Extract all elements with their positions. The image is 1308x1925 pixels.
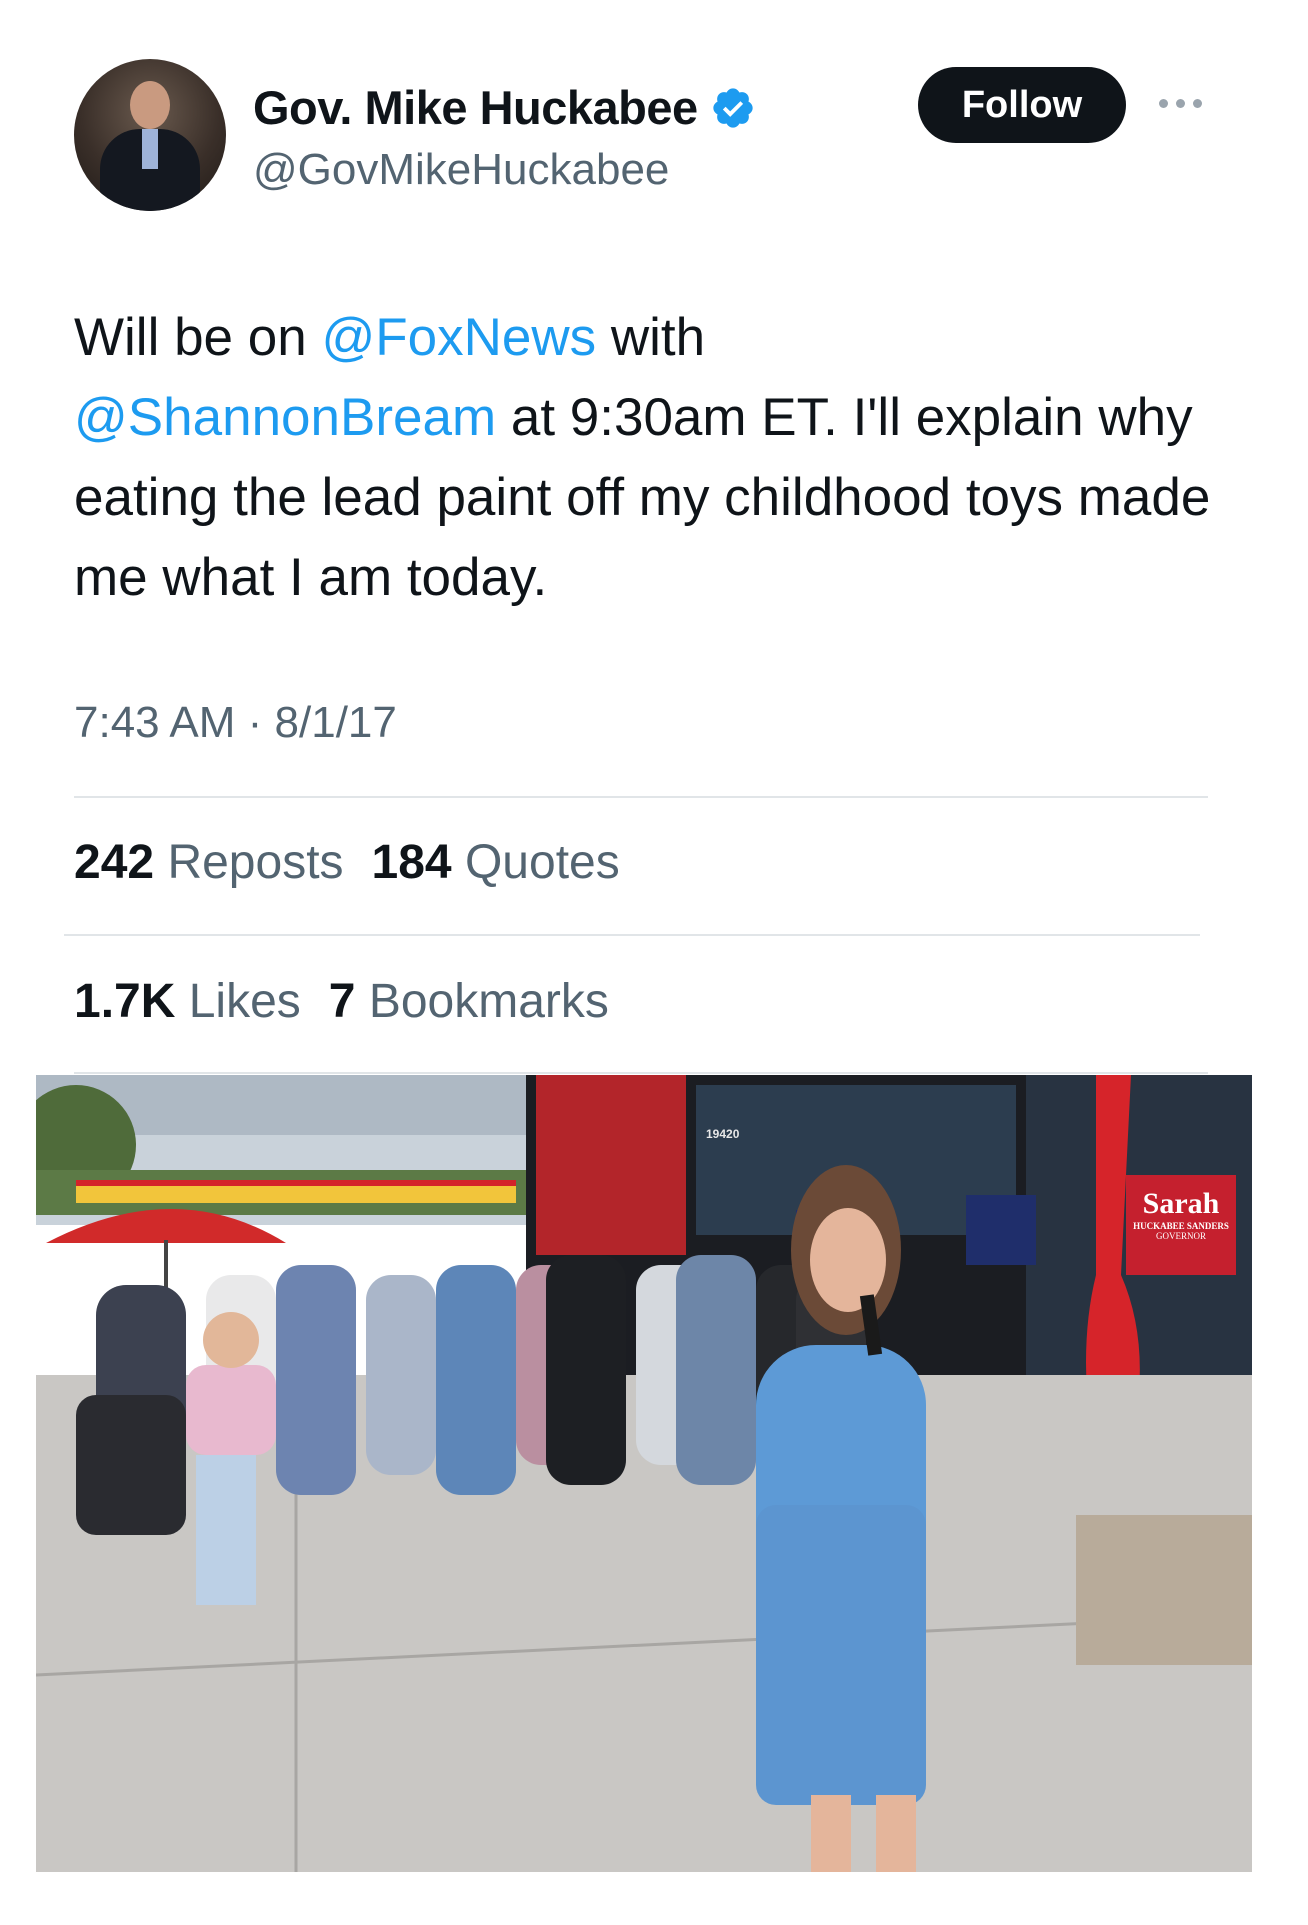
media-illustration xyxy=(36,1075,1252,1872)
reposts-label: Reposts xyxy=(167,836,344,889)
quotes-stat[interactable]: 184 Quotes xyxy=(372,835,620,890)
campaign-sign-text: Sarah HUCKABEE SANDERS GOVERNOR xyxy=(1130,1187,1232,1241)
more-options-icon[interactable] xyxy=(1152,88,1208,118)
likes-count: 1.7K xyxy=(74,975,176,1028)
sign-subtext: HUCKABEE SANDERS xyxy=(1133,1221,1229,1231)
storefront-number: 19420 xyxy=(706,1127,740,1141)
quotes-label: Quotes xyxy=(464,836,620,889)
mention-link-foxnews[interactable]: @FoxNews xyxy=(321,308,596,367)
reposts-stat[interactable]: 242 Reposts xyxy=(74,835,344,890)
divider xyxy=(74,1072,1208,1074)
avatar-head xyxy=(130,81,170,129)
engagement-row-1: 242 Reposts 184 Quotes xyxy=(74,835,620,890)
likes-stat[interactable]: 1.7K Likes xyxy=(74,974,301,1029)
engagement-row-2: 1.7K Likes 7 Bookmarks xyxy=(74,974,609,1029)
author-display-name[interactable]: Gov. Mike Huckabee xyxy=(253,80,698,135)
tweet-timestamp[interactable]: 7:43 AM · 8/1/17 xyxy=(74,698,397,748)
bookmarks-count: 7 xyxy=(328,975,356,1028)
divider xyxy=(64,934,1200,936)
author-avatar[interactable] xyxy=(74,59,226,211)
tweet-text: Will be on @FoxNews with @ShannonBream at… xyxy=(74,298,1234,618)
follow-button[interactable]: Follow xyxy=(918,67,1126,143)
sign-role: GOVERNOR xyxy=(1155,1231,1206,1241)
more-dot xyxy=(1175,98,1185,108)
divider xyxy=(74,796,1208,798)
verified-badge-icon xyxy=(712,87,753,128)
author-handle[interactable]: @GovMikeHuckabee xyxy=(253,145,669,195)
bookmarks-label: Bookmarks xyxy=(368,975,609,1028)
mention-link-shannonbream[interactable]: @ShannonBream xyxy=(74,388,496,447)
author-display-name-row[interactable]: Gov. Mike Huckabee xyxy=(253,80,756,135)
tweet-text-part: with xyxy=(596,308,706,367)
tweet-media-photo[interactable]: Sarah HUCKABEE SANDERS GOVERNOR 19420 xyxy=(36,1075,1252,1872)
quotes-count: 184 xyxy=(371,836,452,889)
sign-name: Sarah xyxy=(1142,1187,1220,1220)
more-dot xyxy=(1158,98,1168,108)
reposts-count: 242 xyxy=(74,836,155,889)
avatar-shirt xyxy=(142,129,158,169)
likes-label: Likes xyxy=(188,975,301,1028)
more-dot xyxy=(1192,98,1202,108)
tweet-text-part: Will be on xyxy=(74,308,322,367)
bookmarks-stat[interactable]: 7 Bookmarks xyxy=(329,974,609,1029)
